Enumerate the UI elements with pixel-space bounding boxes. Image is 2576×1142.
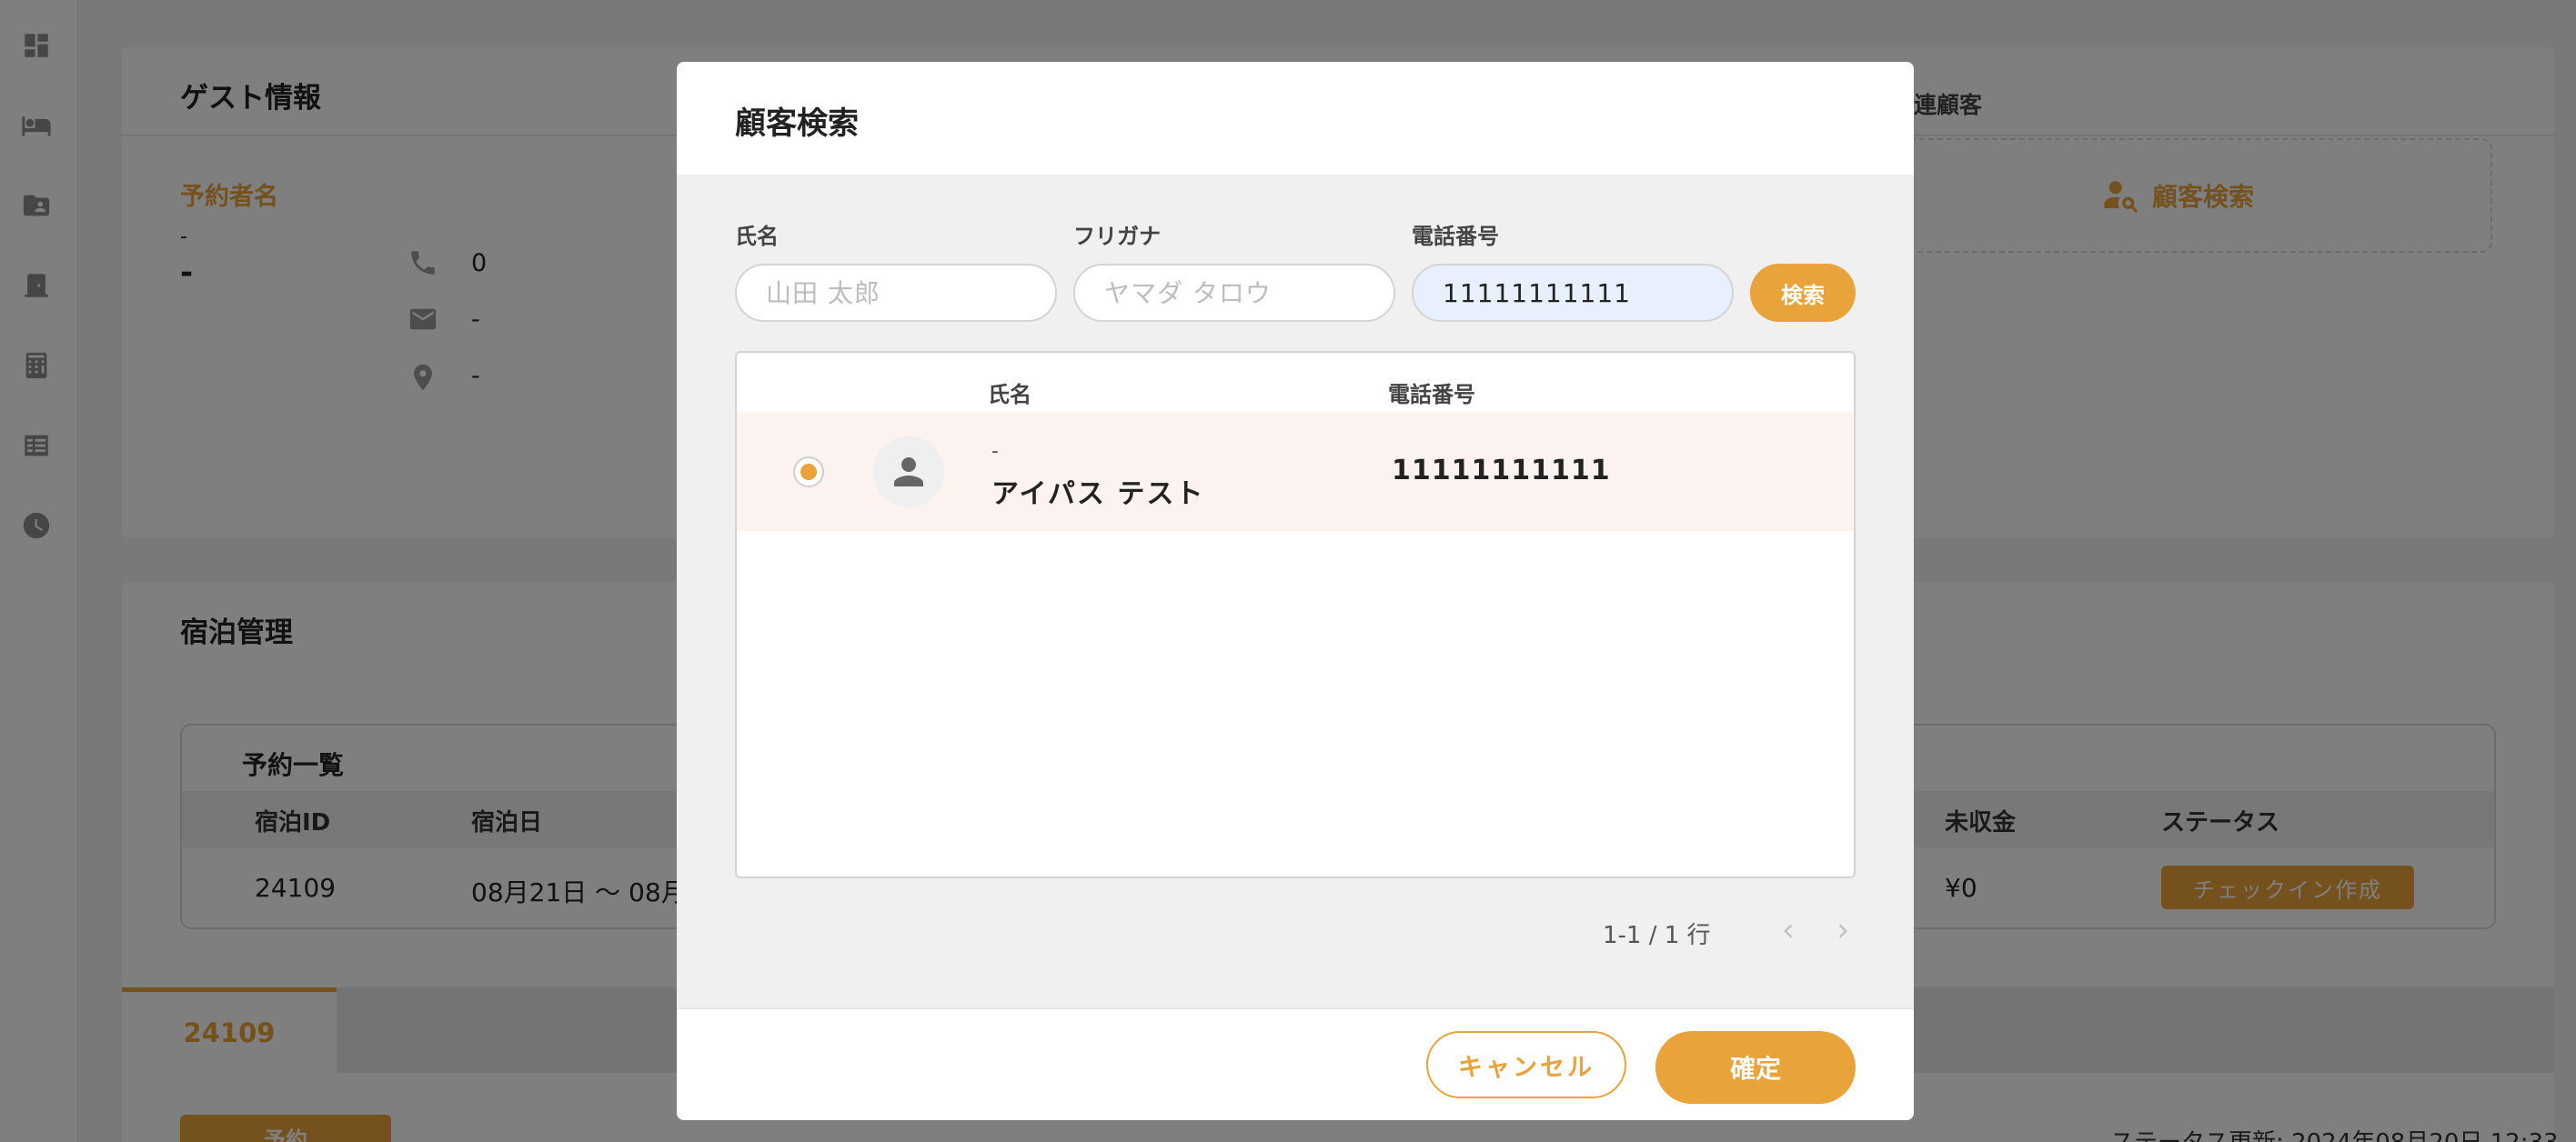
- modal-footer: キャンセル 確定: [677, 1007, 1914, 1120]
- table-row[interactable]: - アイパス テスト 11111111111: [737, 413, 1854, 531]
- result-col-phone: 電話番号: [1388, 382, 1475, 407]
- modal-header: 顧客検索: [677, 62, 1914, 175]
- chevron-left-icon: [1784, 924, 1793, 938]
- row-name: アイパス テスト: [991, 478, 1205, 510]
- kana-input[interactable]: [1073, 264, 1395, 322]
- pagination-text: 1-1 / 1 行: [1603, 922, 1711, 949]
- person-icon: [894, 457, 923, 486]
- result-col-name: 氏名: [988, 382, 1031, 407]
- avatar: [873, 436, 944, 507]
- phone-field-label: 電話番号: [1412, 224, 1499, 249]
- cancel-button[interactable]: キャンセル: [1426, 1031, 1626, 1098]
- row-radio-button[interactable]: [793, 456, 824, 487]
- prev-page-button[interactable]: [1772, 915, 1805, 947]
- next-page-button[interactable]: [1826, 915, 1859, 947]
- customer-search-modal: 顧客検索 氏名 フリガナ 電話番号 検索 氏名 電話番号 - アイパス テスト …: [677, 62, 1914, 1120]
- search-button[interactable]: 検索: [1750, 264, 1856, 322]
- search-results-table: 氏名 電話番号 - アイパス テスト 11111111111: [735, 351, 1856, 878]
- name-field-label: 氏名: [735, 224, 779, 249]
- row-phone: 11111111111: [1392, 455, 1611, 486]
- chevron-right-icon: [1838, 924, 1847, 938]
- row-kana: -: [991, 440, 999, 463]
- confirm-button[interactable]: 確定: [1655, 1031, 1856, 1104]
- radio-selected-dot: [800, 464, 817, 480]
- phone-input[interactable]: [1412, 264, 1734, 322]
- name-input[interactable]: [735, 264, 1057, 322]
- kana-field-label: フリガナ: [1073, 224, 1161, 249]
- modal-title: 顧客検索: [735, 105, 859, 142]
